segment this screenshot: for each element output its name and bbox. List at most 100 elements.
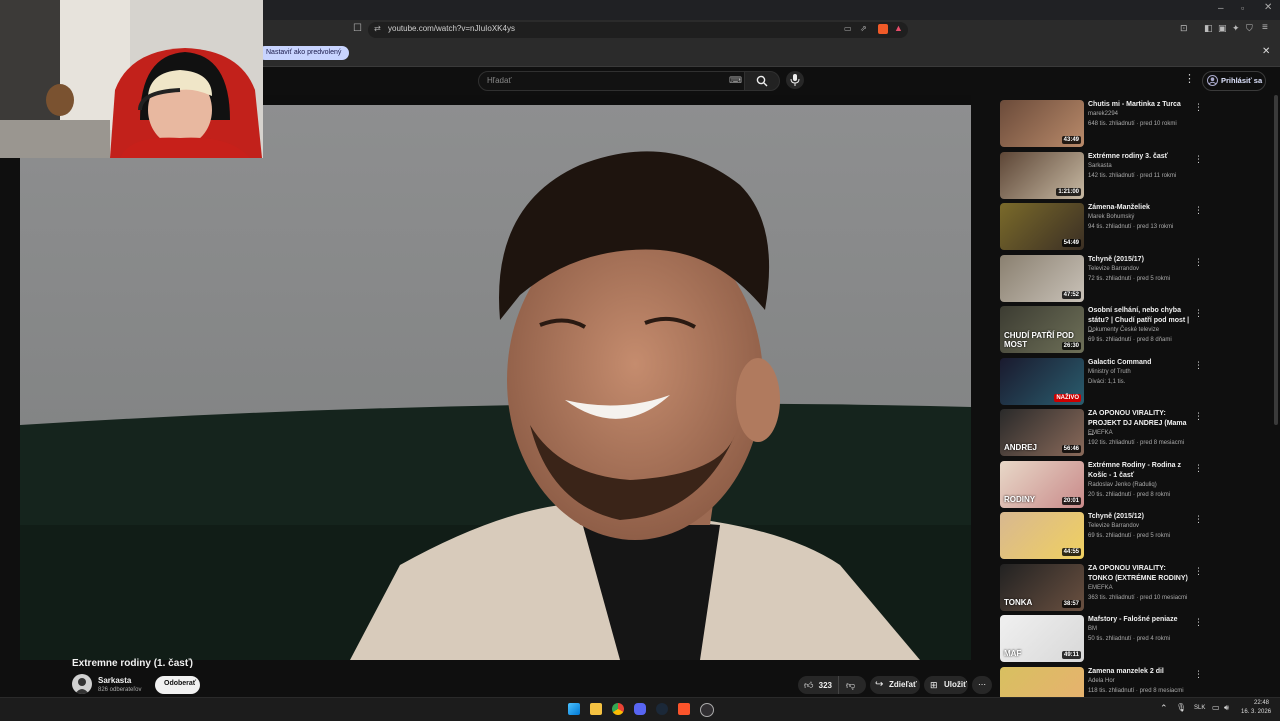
like-button[interactable]: 👍︎ 323 <box>804 676 832 695</box>
related-video-item[interactable]: RODINY 20:01 Extrémne Rodiny - Rodina z Ko… <box>1000 461 1210 511</box>
search-button[interactable] <box>744 71 780 91</box>
video-menu-icon[interactable]: ⋮ <box>1194 411 1203 421</box>
related-video-channel[interactable]: Adela Hor <box>1088 678 1115 684</box>
video-thumbnail[interactable]: 47:52 <box>1000 255 1084 302</box>
discord-icon[interactable] <box>634 703 646 715</box>
set-default-button[interactable]: Nastaviť ako predvolený <box>258 46 350 60</box>
video-thumbnail[interactable]: 43:49 <box>1000 100 1084 147</box>
more-options-icon[interactable]: ⋮ <box>1184 72 1195 85</box>
video-menu-icon[interactable]: ⋮ <box>1194 102 1203 112</box>
related-video-channel[interactable]: BM <box>1088 626 1097 632</box>
file-explorer-icon[interactable] <box>590 703 602 715</box>
address-bar[interactable]: ⇄ youtube.com/watch?v=nJIuIoXK4ys ▭ ⇗ ▲ <box>368 22 908 38</box>
related-video-title[interactable]: Tchyně (2015/12) <box>1088 512 1190 522</box>
video-thumbnail[interactable]: NAŽIVO <box>1000 358 1084 405</box>
related-video-channel[interactable]: Ministry of Truth <box>1088 369 1131 375</box>
video-menu-icon[interactable]: ⋮ <box>1194 463 1203 473</box>
related-video-channel[interactable]: marek2294 <box>1088 111 1118 117</box>
video-thumbnail[interactable]: 1:21:00 <box>1000 152 1084 199</box>
related-video-title[interactable]: Tchyně (2015/17) <box>1088 255 1190 265</box>
related-video-title[interactable]: Zamena manzelek 2 dil <box>1088 667 1190 677</box>
screen-icon[interactable]: ▭ <box>844 24 852 33</box>
brave-icon[interactable] <box>678 703 690 715</box>
related-video-item[interactable]: ANDREJ 56:46 ZA OPONOU VIRALITY: PROJEKT D… <box>1000 409 1210 459</box>
vpn-icon[interactable]: ⛉ <box>1246 23 1253 34</box>
related-video-title[interactable]: Extrémne rodiny 3. časť <box>1088 152 1190 162</box>
channel-avatar[interactable] <box>72 674 92 694</box>
ai-icon[interactable]: ✦ <box>1232 23 1240 34</box>
volume-icon[interactable]: 🔊︎ <box>1224 703 1229 713</box>
subscribe-button[interactable]: Odoberať <box>155 676 200 694</box>
video-player[interactable] <box>20 95 971 660</box>
video-thumbnail[interactable]: ANDREJ 56:46 <box>1000 409 1084 456</box>
related-video-channel[interactable]: Marek Bohumský <box>1088 214 1134 220</box>
rewards-icon[interactable]: ▲ <box>894 23 903 33</box>
video-thumbnail[interactable]: MAF 49:11 <box>1000 615 1084 662</box>
more-actions-button[interactable]: ⋯ <box>972 676 992 694</box>
thumbs-down-icon[interactable]: 👎︎ <box>846 676 855 694</box>
wallet-icon[interactable]: ▣ <box>1218 23 1227 34</box>
related-video-channel[interactable]: EMEFKA <box>1088 430 1113 436</box>
video-menu-icon[interactable]: ⋮ <box>1194 154 1203 164</box>
tray-chevron-icon[interactable]: ⌃ <box>1160 703 1168 714</box>
related-video-channel[interactable]: Radoslav Jenko (Raduliq) <box>1088 482 1157 488</box>
obs-icon[interactable] <box>700 703 714 717</box>
video-menu-icon[interactable]: ⋮ <box>1194 205 1203 215</box>
video-thumbnail[interactable]: TONKA 38:57 <box>1000 564 1084 611</box>
network-icon[interactable]: ▭ <box>1212 703 1220 712</box>
close-infobar-icon[interactable]: ✕ <box>1262 46 1270 57</box>
related-video-title[interactable]: Galactic Command <box>1088 358 1190 368</box>
related-video-title[interactable]: ZA OPONOU VIRALITY: TONKO (EXTRÉMNE RODI… <box>1088 564 1190 584</box>
related-video-channel[interactable]: EMEFKA <box>1088 585 1113 591</box>
save-button[interactable]: ⊞ Uložiť <box>924 676 968 694</box>
close-window-icon[interactable]: ✕ <box>1264 2 1272 13</box>
keyboard-icon[interactable]: ⌨ <box>729 75 742 86</box>
search-input[interactable]: Hľadať ⌨ <box>478 71 746 91</box>
voice-search-button[interactable] <box>786 71 804 89</box>
related-video-item[interactable]: 54:49 Zámena-Manželiek Marek Bohumský 94 ti… <box>1000 203 1210 253</box>
related-video-title[interactable]: Mafstory - Falošné peniaze <box>1088 615 1190 625</box>
language-indicator[interactable]: SLK <box>1194 705 1205 711</box>
menu-icon[interactable]: ≡ <box>1262 22 1268 33</box>
share-button[interactable]: ↪ Zdieľať <box>870 676 920 694</box>
restore-icon[interactable]: ▫ <box>1241 3 1244 13</box>
related-video-item[interactable]: 43:49 Chutis mi - Martinka z Turca marek22… <box>1000 100 1210 150</box>
related-video-title[interactable]: Zámena-Manželiek <box>1088 203 1190 213</box>
video-menu-icon[interactable]: ⋮ <box>1194 669 1203 679</box>
sidebar-toggle-icon[interactable]: ◧ <box>1204 23 1213 34</box>
mic-tray-icon[interactable]: 🎙︎ <box>1176 703 1186 712</box>
steam-icon[interactable] <box>656 703 668 715</box>
related-video-item[interactable]: TONKA 38:57 ZA OPONOU VIRALITY: TONKO (EXT… <box>1000 564 1210 614</box>
related-video-channel[interactable]: Sarkasta <box>1088 163 1112 169</box>
related-video-item[interactable]: 44:55 Tchyně (2015/12) Televize Barrandov 6… <box>1000 512 1210 562</box>
related-video-channel[interactable]: Televize Barrandov <box>1088 266 1139 272</box>
video-thumbnail[interactable]: CHUDÍ PATŘÍ POD MOST 26:30 <box>1000 306 1084 353</box>
related-video-item[interactable]: CHUDÍ PATŘÍ POD MOST 26:30 Osobní selhání,… <box>1000 306 1210 356</box>
video-thumbnail[interactable]: RODINY 20:01 <box>1000 461 1084 508</box>
video-thumbnail[interactable]: 44:55 <box>1000 512 1084 559</box>
video-menu-icon[interactable]: ⋮ <box>1194 617 1203 627</box>
video-menu-icon[interactable]: ⋮ <box>1194 514 1203 524</box>
related-video-item[interactable]: 47:52 Tchyně (2015/17) Televize Barrandov 7… <box>1000 255 1210 305</box>
sign-in-button[interactable]: Prihlásiť sa <box>1202 71 1266 91</box>
brave-shield-icon[interactable] <box>878 24 888 34</box>
video-thumbnail[interactable]: 54:49 <box>1000 203 1084 250</box>
tab-icon[interactable]: ⊡ <box>1180 23 1188 34</box>
clock-date[interactable]: 16. 3. 2026 <box>1241 709 1271 715</box>
video-menu-icon[interactable]: ⋮ <box>1194 566 1203 576</box>
clock-time[interactable]: 22:48 <box>1254 700 1269 706</box>
bookmark-icon[interactable]: ☐ <box>353 23 362 34</box>
related-video-item[interactable]: 1:21:00 Extrémne rodiny 3. časť Sarkasta 14… <box>1000 152 1210 202</box>
video-menu-icon[interactable]: ⋮ <box>1194 308 1203 318</box>
related-video-title[interactable]: Extrémne Rodiny - Rodina z Košíc - 1 čas… <box>1088 461 1190 481</box>
related-video-channel[interactable]: Dokumenty České televize <box>1088 327 1159 333</box>
related-video-title[interactable]: Chutis mi - Martinka z Turca <box>1088 100 1190 110</box>
minimize-icon[interactable]: – <box>1218 3 1224 14</box>
share-page-icon[interactable]: ⇗ <box>860 24 867 33</box>
start-icon[interactable] <box>568 703 580 715</box>
related-video-channel[interactable]: Televize Barrandov <box>1088 523 1139 529</box>
video-menu-icon[interactable]: ⋮ <box>1194 257 1203 267</box>
dislike-button[interactable] <box>838 676 839 694</box>
related-video-item[interactable]: MAF 49:11 Mafstory - Falošné peniaze BM 50 t… <box>1000 615 1210 665</box>
channel-name[interactable]: Sarkasta <box>98 676 131 685</box>
